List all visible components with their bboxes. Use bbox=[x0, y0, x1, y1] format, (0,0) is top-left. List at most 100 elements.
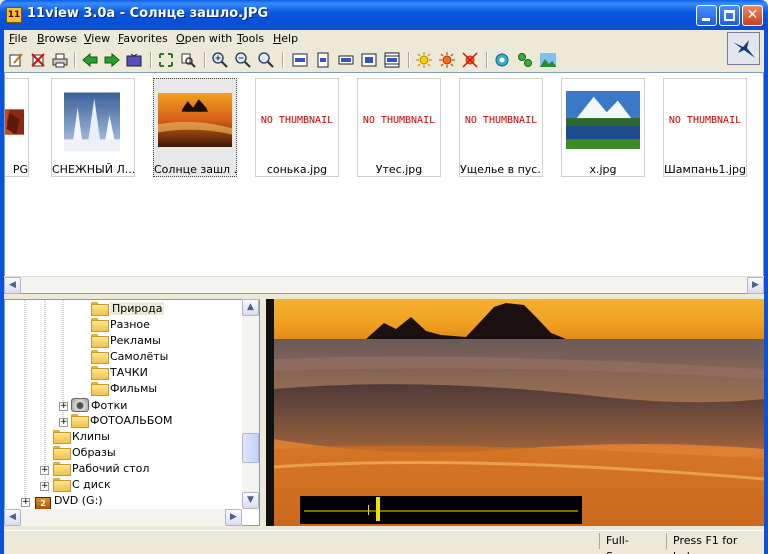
no-thumbnail-placeholder: NO THUMBNAIL bbox=[464, 115, 538, 126]
tree-item-klipy[interactable]: Клипы bbox=[53, 430, 110, 446]
thumbnail-image bbox=[158, 93, 232, 147]
tree-item-fotoalbom[interactable]: ФОТОАЛЬБОМ bbox=[71, 414, 173, 430]
tree-item-rabochiy-stol[interactable]: Рабочий стол bbox=[53, 462, 149, 478]
window-frame-right bbox=[764, 30, 768, 554]
toolbar-separator bbox=[74, 52, 76, 68]
tree-label: ТАЧКИ bbox=[110, 366, 148, 379]
thumbnail-item[interactable]: NO THUMBNAIL Утес.jpg bbox=[357, 78, 441, 177]
toolbar bbox=[4, 49, 724, 71]
slideshow-icon[interactable] bbox=[126, 52, 142, 68]
expand-toggle[interactable]: + bbox=[40, 466, 49, 475]
landscape-icon[interactable] bbox=[540, 52, 556, 68]
expand-toggle[interactable]: + bbox=[59, 418, 68, 427]
contrast-icon[interactable] bbox=[439, 52, 455, 68]
expand-toggle[interactable]: + bbox=[40, 482, 49, 491]
zoom-out-icon[interactable] bbox=[235, 52, 251, 68]
tree-item-filmy[interactable]: Фильмы bbox=[91, 382, 157, 398]
status-help: Press F1 for help bbox=[666, 533, 764, 554]
thumbnail-image bbox=[5, 109, 24, 135]
minimize-button[interactable] bbox=[696, 5, 717, 26]
tree-item-samolety[interactable]: Самолёты bbox=[91, 350, 168, 366]
title-bar[interactable]: 11 11view 3.0a - Солнце зашло.JPG ✕ bbox=[0, 0, 768, 30]
brightness-icon[interactable] bbox=[416, 52, 432, 68]
folder-icon bbox=[71, 414, 89, 428]
tree-item-obrazy[interactable]: Образы bbox=[53, 446, 116, 462]
toolbar-separator bbox=[408, 52, 410, 68]
back-arrow-icon[interactable] bbox=[82, 52, 98, 68]
bird-logo-button[interactable] bbox=[727, 32, 760, 65]
close-button[interactable]: ✕ bbox=[742, 5, 763, 26]
settings-icon[interactable] bbox=[494, 52, 510, 68]
scroll-down-button[interactable]: ▼ bbox=[242, 492, 259, 509]
thumbnail-caption: Шампань1.jpg bbox=[664, 163, 746, 176]
zoom-in-icon[interactable] bbox=[212, 52, 228, 68]
scroll-left-button[interactable]: ◀ bbox=[4, 509, 21, 526]
tree-item-dvd[interactable]: 2 DVD (G:) bbox=[35, 494, 103, 510]
tree-item-tachki[interactable]: ТАЧКИ bbox=[91, 366, 148, 382]
status-bar: Full-Screen Press F1 for help bbox=[4, 530, 764, 554]
menu-browse[interactable]: Browse bbox=[37, 32, 77, 45]
menu-help[interactable]: Help bbox=[273, 32, 298, 45]
tree-item-raznoe[interactable]: Разное bbox=[91, 318, 150, 334]
tree-item-reklamy[interactable]: Рекламы bbox=[91, 334, 161, 350]
tree-label: Разное bbox=[110, 318, 150, 331]
expand-toggle[interactable]: + bbox=[21, 498, 30, 507]
maximize-button[interactable] bbox=[719, 5, 740, 26]
status-main bbox=[4, 533, 598, 549]
thumbnail-item[interactable]: NO THUMBNAIL сонька.jpg bbox=[255, 78, 339, 177]
scroll-thumb[interactable] bbox=[242, 433, 259, 463]
print-icon[interactable] bbox=[52, 52, 68, 68]
folder-icon bbox=[53, 462, 71, 476]
folder-icon bbox=[53, 430, 71, 444]
fit-icon[interactable] bbox=[158, 52, 174, 68]
thumbnail-hscrollbar[interactable]: ◀ ▶ bbox=[4, 276, 764, 294]
thumbnail-item[interactable]: x.jpg bbox=[561, 78, 645, 177]
edit-icon[interactable] bbox=[8, 52, 24, 68]
zoom-reset-icon[interactable] bbox=[258, 52, 274, 68]
thumbnail-item[interactable]: NO THUMBNAIL Ущелье в пус... bbox=[459, 78, 543, 177]
menu-bar: File Browse View Favorites Open with Too… bbox=[4, 30, 724, 48]
menu-tools[interactable]: Tools bbox=[237, 32, 264, 45]
delete-icon[interactable] bbox=[30, 52, 46, 68]
menu-file[interactable]: File bbox=[9, 32, 27, 45]
tree-label: ФОТОАЛЬБОМ bbox=[90, 414, 173, 427]
thumbnail-item[interactable]: NO THUMBNAIL Шампань1.jpg bbox=[663, 78, 747, 177]
menu-open-with[interactable]: Open with bbox=[176, 32, 232, 45]
tree-hscrollbar[interactable]: ◀ ▶ bbox=[4, 509, 242, 526]
menu-favorites[interactable]: Favorites bbox=[118, 32, 168, 45]
zoom-search-icon[interactable] bbox=[180, 52, 196, 68]
tree-label: Рабочий стол bbox=[72, 462, 150, 475]
no-thumbnail-placeholder: NO THUMBNAIL bbox=[668, 115, 742, 126]
layout3-icon[interactable] bbox=[338, 52, 354, 68]
tree-vscrollbar[interactable]: ▲ ▼ bbox=[242, 299, 259, 509]
tree-label: Фотки bbox=[91, 399, 128, 412]
image-preview[interactable] bbox=[266, 299, 764, 526]
thumbnail-image bbox=[566, 91, 640, 149]
thumbnail-item-selected[interactable]: Солнце зашл ... bbox=[153, 78, 237, 177]
folder-icon bbox=[91, 318, 109, 332]
menu-view[interactable]: View bbox=[84, 32, 110, 45]
layout5-icon[interactable] bbox=[384, 52, 400, 68]
layout4-icon[interactable] bbox=[361, 52, 377, 68]
layout2-icon[interactable] bbox=[315, 52, 331, 68]
tree-item-fotki[interactable]: Фотки bbox=[71, 398, 127, 414]
thumbnail-caption: x.jpg bbox=[589, 163, 617, 176]
tree-item-s-disk[interactable]: С диск bbox=[53, 478, 111, 494]
bird-icon bbox=[733, 40, 755, 58]
folder-icon bbox=[91, 366, 109, 380]
forward-arrow-icon[interactable] bbox=[104, 52, 120, 68]
layout1-icon[interactable] bbox=[292, 52, 308, 68]
scroll-right-button[interactable]: ▶ bbox=[747, 277, 764, 294]
scroll-right-button[interactable]: ▶ bbox=[225, 509, 242, 526]
status-fullscreen: Full-Screen bbox=[599, 533, 665, 554]
scroll-up-button[interactable]: ▲ bbox=[242, 299, 259, 316]
thumbnail-caption: Солнце зашл ... bbox=[154, 163, 236, 176]
expand-toggle[interactable]: + bbox=[59, 402, 68, 411]
plugins-icon[interactable] bbox=[517, 52, 533, 68]
tree-item-priroda[interactable]: Природа bbox=[91, 302, 165, 318]
effects-icon[interactable] bbox=[462, 52, 478, 68]
thumbnail-item[interactable]: PG bbox=[5, 78, 29, 177]
tree-label: Фильмы bbox=[110, 382, 158, 395]
scroll-left-button[interactable]: ◀ bbox=[4, 277, 21, 294]
thumbnail-item[interactable]: СНЕЖНЫЙ Л... bbox=[51, 78, 135, 177]
